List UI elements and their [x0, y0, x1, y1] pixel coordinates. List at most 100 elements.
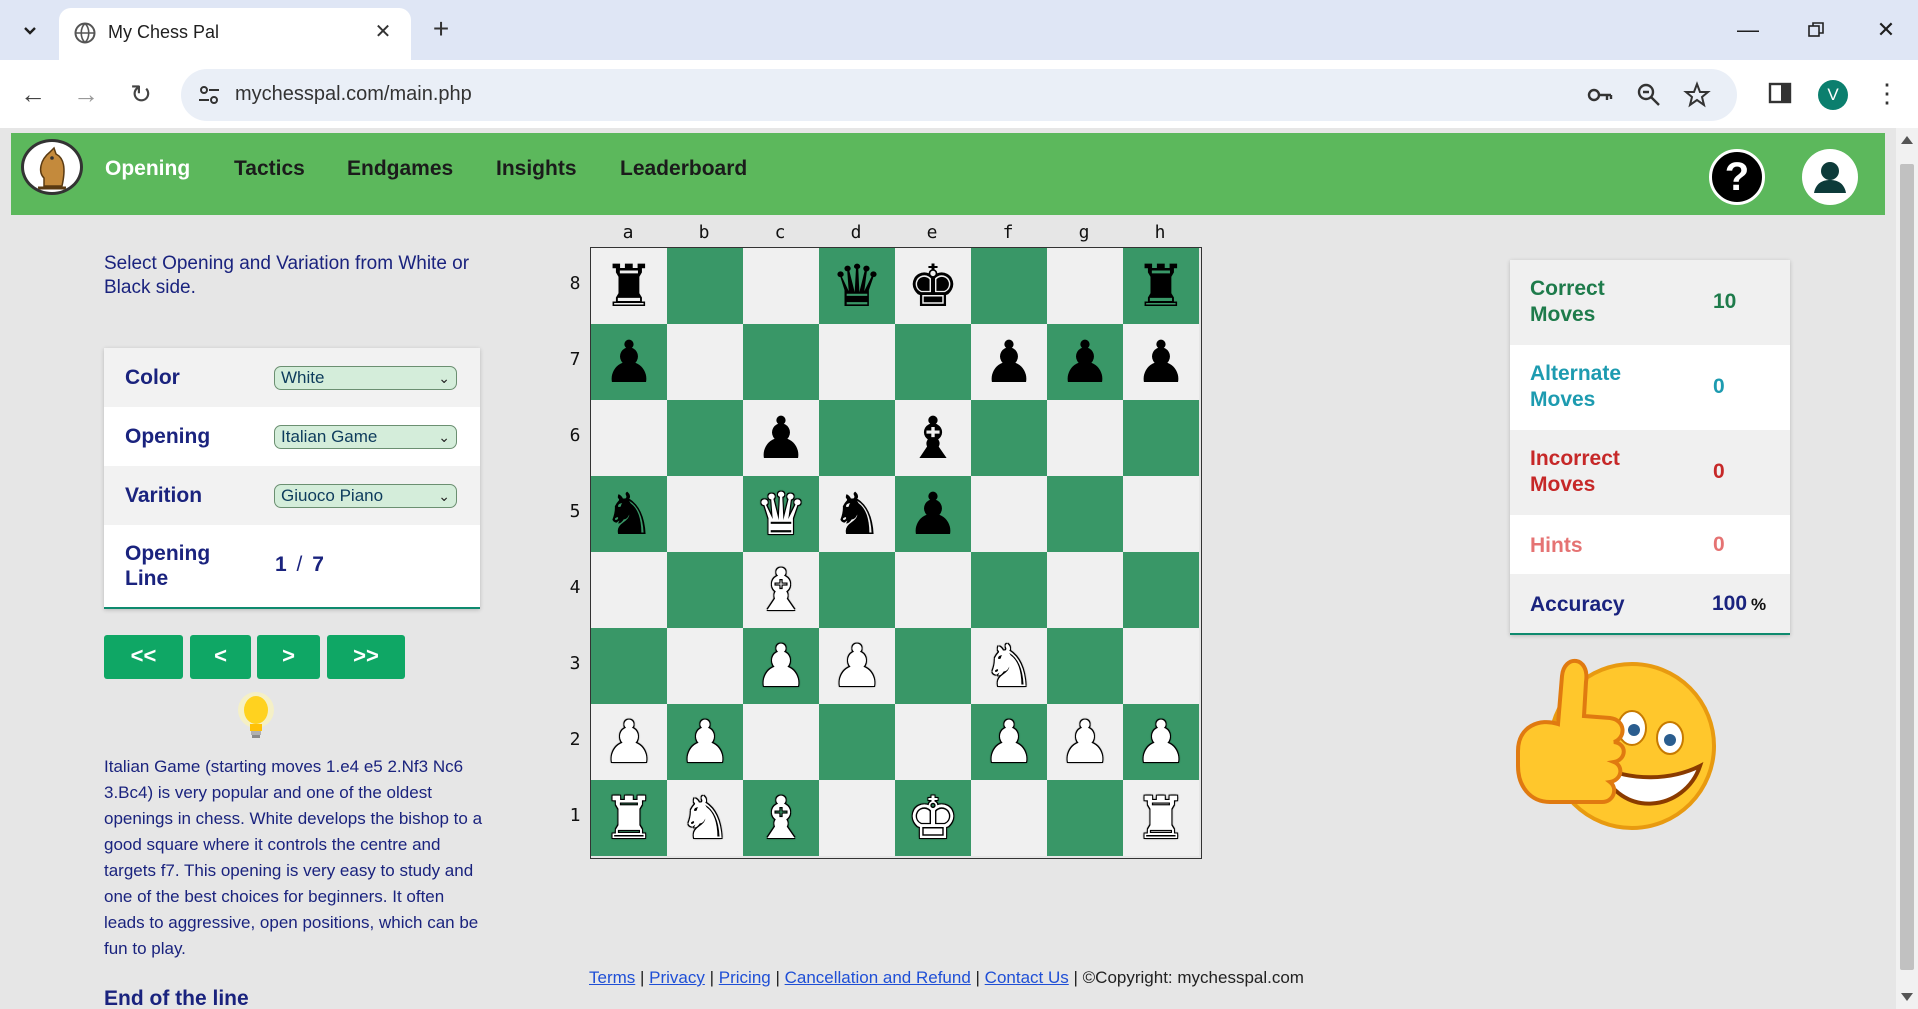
square-f6[interactable]	[971, 400, 1047, 476]
square-g8[interactable]	[1047, 248, 1123, 324]
white-knight-icon[interactable]: ♞	[983, 637, 1035, 695]
square-h3[interactable]	[1123, 628, 1199, 704]
square-f1[interactable]	[971, 780, 1047, 856]
square-e2[interactable]	[895, 704, 971, 780]
minimize-icon[interactable]: —	[1728, 14, 1768, 46]
black-rook-icon[interactable]: ♜	[603, 257, 655, 315]
square-c8[interactable]	[743, 248, 819, 324]
square-a6[interactable]	[591, 400, 667, 476]
white-king-icon[interactable]: ♚	[907, 789, 959, 847]
close-window-icon[interactable]: ✕	[1866, 14, 1906, 46]
url-text[interactable]: mychesspal.com/main.php	[235, 83, 472, 106]
profile-avatar[interactable]: V	[1818, 80, 1848, 110]
square-e4[interactable]	[895, 552, 971, 628]
white-pawn-icon[interactable]: ♟	[1135, 713, 1187, 771]
last-move-button[interactable]: >>	[327, 635, 405, 679]
white-pawn-icon[interactable]: ♟	[983, 713, 1035, 771]
square-a2[interactable]: ♟	[591, 704, 667, 780]
nav-tactics[interactable]: Tactics	[234, 157, 305, 181]
footer-link-contact[interactable]: Contact Us	[985, 968, 1069, 987]
square-h5[interactable]	[1123, 476, 1199, 552]
white-rook-icon[interactable]: ♜	[603, 789, 655, 847]
kebab-menu-icon[interactable]: ⋮	[1872, 78, 1902, 108]
square-h7[interactable]: ♟	[1123, 324, 1199, 400]
lightbulb-icon[interactable]	[236, 690, 276, 746]
white-pawn-icon[interactable]: ♟	[603, 713, 655, 771]
square-f8[interactable]	[971, 248, 1047, 324]
square-c4[interactable]: ♝	[743, 552, 819, 628]
white-rook-icon[interactable]: ♜	[1135, 789, 1187, 847]
side-panel-icon[interactable]	[1765, 78, 1795, 108]
square-g5[interactable]	[1047, 476, 1123, 552]
square-d7[interactable]	[819, 324, 895, 400]
browser-tab[interactable]: My Chess Pal ✕	[59, 8, 411, 60]
square-b1[interactable]: ♞	[667, 780, 743, 856]
square-d6[interactable]	[819, 400, 895, 476]
white-knight-icon[interactable]: ♞	[679, 789, 731, 847]
square-c5[interactable]: ♛	[743, 476, 819, 552]
square-g2[interactable]: ♟	[1047, 704, 1123, 780]
black-pawn-icon[interactable]: ♟	[755, 409, 807, 467]
square-h8[interactable]: ♜	[1123, 248, 1199, 324]
square-f3[interactable]: ♞	[971, 628, 1047, 704]
square-b8[interactable]	[667, 248, 743, 324]
site-settings-icon[interactable]	[195, 81, 223, 109]
nav-insights[interactable]: Insights	[496, 157, 577, 181]
square-h4[interactable]	[1123, 552, 1199, 628]
white-queen-icon[interactable]: ♛	[755, 485, 807, 543]
prev-move-button[interactable]: <	[190, 635, 251, 679]
forward-arrow-icon[interactable]: →	[66, 74, 106, 114]
white-pawn-icon[interactable]: ♟	[755, 637, 807, 695]
square-b2[interactable]: ♟	[667, 704, 743, 780]
square-b6[interactable]	[667, 400, 743, 476]
square-e6[interactable]: ♝	[895, 400, 971, 476]
address-bar[interactable]: mychesspal.com/main.php	[181, 69, 1737, 121]
square-e1[interactable]: ♚	[895, 780, 971, 856]
restore-icon[interactable]	[1796, 14, 1836, 46]
nav-leaderboard[interactable]: Leaderboard	[620, 157, 747, 181]
black-knight-icon[interactable]: ♞	[603, 485, 655, 543]
square-e7[interactable]	[895, 324, 971, 400]
square-h6[interactable]	[1123, 400, 1199, 476]
chess-knight-logo-icon[interactable]	[21, 139, 83, 195]
square-d8[interactable]: ♛	[819, 248, 895, 324]
black-pawn-icon[interactable]: ♟	[983, 333, 1035, 391]
key-icon[interactable]	[1586, 81, 1614, 109]
square-g6[interactable]	[1047, 400, 1123, 476]
opening-select[interactable]: Italian Game ⌄	[274, 425, 457, 449]
page-scrollbar[interactable]	[1896, 128, 1918, 1009]
white-pawn-icon[interactable]: ♟	[831, 637, 883, 695]
square-b7[interactable]	[667, 324, 743, 400]
black-knight-icon[interactable]: ♞	[831, 485, 883, 543]
footer-link-terms[interactable]: Terms	[589, 968, 635, 987]
black-rook-icon[interactable]: ♜	[1135, 257, 1187, 315]
white-pawn-icon[interactable]: ♟	[1059, 713, 1111, 771]
square-d3[interactable]: ♟	[819, 628, 895, 704]
black-queen-icon[interactable]: ♛	[831, 257, 883, 315]
zoom-icon[interactable]	[1635, 81, 1663, 109]
scrollbar-thumb[interactable]	[1900, 164, 1914, 970]
square-a1[interactable]: ♜	[591, 780, 667, 856]
square-a7[interactable]: ♟	[591, 324, 667, 400]
reload-icon[interactable]: ↻	[121, 74, 161, 114]
square-h2[interactable]: ♟	[1123, 704, 1199, 780]
square-c1[interactable]: ♝	[743, 780, 819, 856]
square-g4[interactable]	[1047, 552, 1123, 628]
square-g7[interactable]: ♟	[1047, 324, 1123, 400]
footer-link-pricing[interactable]: Pricing	[719, 968, 771, 987]
white-bishop-icon[interactable]: ♝	[755, 789, 807, 847]
square-f4[interactable]	[971, 552, 1047, 628]
square-c3[interactable]: ♟	[743, 628, 819, 704]
chevron-down-icon[interactable]	[10, 11, 50, 51]
black-pawn-icon[interactable]: ♟	[1135, 333, 1187, 391]
variation-select[interactable]: Giuoco Piano ⌄	[274, 484, 457, 508]
close-icon[interactable]: ✕	[369, 18, 397, 46]
square-a3[interactable]	[591, 628, 667, 704]
square-f7[interactable]: ♟	[971, 324, 1047, 400]
black-bishop-icon[interactable]: ♝	[907, 409, 959, 467]
square-b3[interactable]	[667, 628, 743, 704]
scroll-up-icon[interactable]	[1901, 136, 1913, 144]
chessboard[interactable]: ♜ ♛ ♚ ♜ ♟ ♟ ♟ ♟ ♟ ♝ ♞ ♛ ♞ ♟ ♝ ♟ ♟ ♞ ♟ ♟ ♟ ♟ ♟ ♜ ♞ ♝ ♚ ♜	[590, 247, 1202, 859]
square-h1[interactable]: ♜	[1123, 780, 1199, 856]
nav-opening[interactable]: Opening	[105, 157, 190, 181]
